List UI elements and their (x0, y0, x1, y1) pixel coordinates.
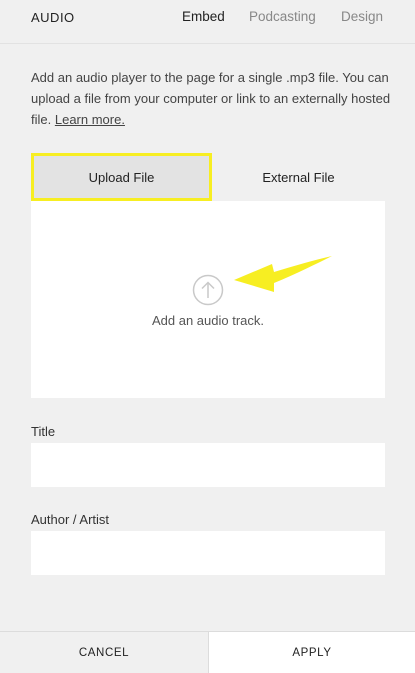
tab-podcasting[interactable]: Podcasting (249, 9, 316, 24)
upload-prompt: Add an audio track. (151, 313, 265, 328)
cancel-button[interactable]: CANCEL (0, 632, 208, 673)
upload-file-tab[interactable]: Upload File (31, 153, 212, 201)
tab-design[interactable]: Design (341, 9, 383, 24)
title-label: Title (31, 424, 56, 439)
upload-dropzone[interactable]: Add an audio track. (31, 201, 385, 398)
upload-file-tab-label: Upload File (88, 169, 155, 185)
apply-button[interactable]: APPLY (208, 632, 415, 673)
panel-footer: CANCEL APPLY (0, 631, 415, 673)
pointer-arrow-icon (234, 256, 332, 292)
description: Add an audio player to the page for a si… (31, 67, 391, 130)
learn-more-link[interactable]: Learn more. (55, 112, 125, 127)
upload-arrow-icon[interactable] (192, 274, 224, 306)
panel-title: AUDIO (31, 10, 75, 25)
artist-input[interactable] (31, 531, 385, 575)
external-file-tab[interactable]: External File (212, 153, 385, 201)
panel-header: AUDIO Embed Podcasting Design (0, 0, 415, 44)
artist-label: Author / Artist (31, 512, 110, 527)
title-input[interactable] (31, 443, 385, 487)
tab-embed[interactable]: Embed (182, 9, 225, 24)
external-file-tab-label: External File (262, 169, 335, 185)
